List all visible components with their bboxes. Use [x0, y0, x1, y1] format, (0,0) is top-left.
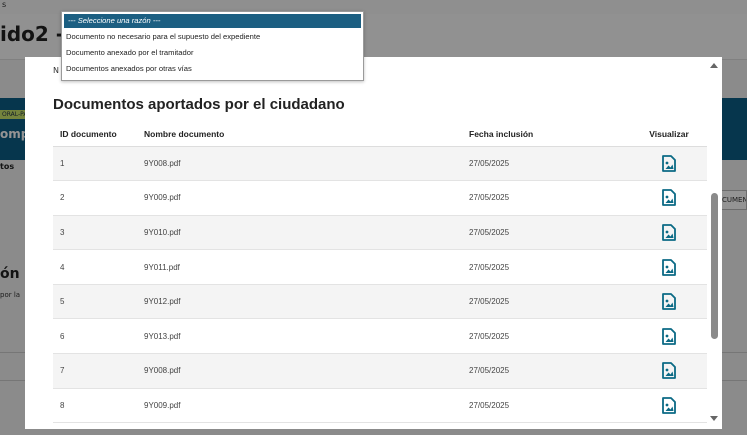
- cell-id: 1: [53, 146, 137, 182]
- table-row: 7 9Y008.pdf 27/05/2025: [53, 353, 710, 389]
- reason-dropdown[interactable]: --- Seleccione una razón --- Documento n…: [61, 11, 364, 81]
- dropdown-option[interactable]: Documentos anexados por otras vías: [62, 61, 363, 77]
- cell-id: 5: [53, 284, 137, 320]
- scroll-up-arrow-icon[interactable]: [710, 63, 718, 68]
- cell-id: 2: [53, 180, 137, 216]
- cell-view: [628, 249, 710, 285]
- cell-date: 27/05/2025: [462, 353, 628, 389]
- image-file-icon[interactable]: [662, 258, 676, 276]
- header-date: Fecha inclusión: [462, 123, 628, 147]
- cell-view: [628, 318, 710, 355]
- cell-view: [628, 284, 710, 320]
- cell-view: [628, 146, 710, 182]
- scroll-down-arrow-icon[interactable]: [710, 416, 718, 421]
- table-row: 1 9Y008.pdf 27/05/2025: [53, 146, 710, 182]
- cell-id: 7: [53, 353, 137, 389]
- table-row: 6 9Y013.pdf 27/05/2025: [53, 318, 710, 355]
- cell-id: 3: [53, 215, 137, 251]
- cell-name: 9Y009.pdf: [137, 388, 462, 424]
- cell-name: 9Y012.pdf: [137, 284, 462, 320]
- image-file-icon[interactable]: [662, 189, 676, 207]
- cell-name: 9Y008.pdf: [137, 146, 462, 182]
- documents-modal: N Documentos aportados por el ciudadano …: [25, 57, 722, 429]
- cell-id: 8: [53, 388, 137, 424]
- cell-date: 27/05/2025: [462, 215, 628, 251]
- table-row: 4 9Y011.pdf 27/05/2025: [53, 249, 710, 285]
- cell-date: 27/05/2025: [462, 146, 628, 182]
- cell-view: [628, 353, 710, 389]
- dropdown-option[interactable]: Documento no necesario para el supuesto …: [62, 29, 363, 45]
- table-row: 5 9Y012.pdf 27/05/2025: [53, 284, 710, 320]
- cell-view: [628, 388, 710, 424]
- cell-name: 9Y011.pdf: [137, 249, 462, 285]
- cell-view: [628, 215, 710, 251]
- modal-title: Documentos aportados por el ciudadano: [53, 96, 345, 113]
- table-row: 3 9Y010.pdf 27/05/2025: [53, 215, 710, 251]
- table-row: 8 9Y009.pdf 27/05/2025: [53, 388, 710, 424]
- image-file-icon[interactable]: [662, 362, 676, 380]
- documents-table: ID documento Nombre documento Fecha incl…: [53, 123, 710, 424]
- reason-label: N: [53, 66, 59, 75]
- cell-date: 27/05/2025: [462, 388, 628, 424]
- cell-id: 4: [53, 249, 137, 285]
- cell-date: 27/05/2025: [462, 284, 628, 320]
- cell-name: 9Y013.pdf: [137, 318, 462, 355]
- table-row: 2 9Y009.pdf 27/05/2025: [53, 180, 710, 216]
- cell-date: 27/05/2025: [462, 249, 628, 285]
- dropdown-option-placeholder[interactable]: --- Seleccione una razón ---: [64, 14, 361, 28]
- image-file-icon[interactable]: [662, 154, 676, 172]
- header-id: ID documento: [53, 123, 137, 147]
- header-name: Nombre documento: [137, 123, 462, 147]
- cell-name: 9Y008.pdf: [137, 353, 462, 389]
- cell-view: [628, 180, 710, 216]
- image-file-icon[interactable]: [662, 397, 676, 414]
- cell-id: 6: [53, 318, 137, 355]
- image-file-icon[interactable]: [662, 327, 676, 345]
- cell-date: 27/05/2025: [462, 318, 628, 355]
- cell-name: 9Y010.pdf: [137, 215, 462, 251]
- scrollbar-thumb[interactable]: [711, 193, 718, 339]
- image-file-icon[interactable]: [662, 293, 676, 311]
- dropdown-option[interactable]: Documento anexado por el tramitador: [62, 45, 363, 61]
- table-header-row: ID documento Nombre documento Fecha incl…: [53, 123, 710, 147]
- image-file-icon[interactable]: [662, 224, 676, 241]
- header-view: Visualizar: [628, 123, 710, 147]
- cell-name: 9Y009.pdf: [137, 180, 462, 216]
- cell-date: 27/05/2025: [462, 180, 628, 216]
